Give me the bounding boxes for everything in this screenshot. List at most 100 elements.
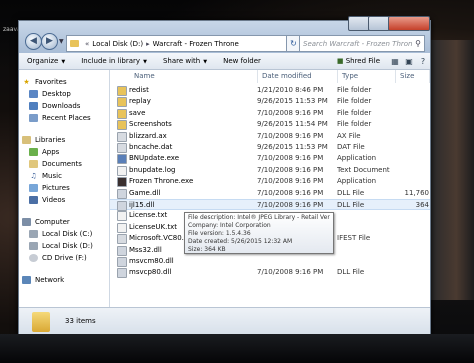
column-header-type[interactable]: Type xyxy=(338,70,396,83)
text-icon xyxy=(117,165,127,176)
table-row[interactable]: msvcp80.dll 7/10/2008 9:16 PM DLL File xyxy=(110,267,430,279)
table-row[interactable]: msvcm80.dll xyxy=(110,256,430,267)
minimize-button[interactable] xyxy=(348,16,370,31)
table-row[interactable]: bncache.dat 9/26/2015 11:53 PM DAT File xyxy=(110,142,430,153)
file-name: BNUpdate.exe xyxy=(129,154,180,163)
sidebar-item-libraries[interactable]: Libraries xyxy=(19,134,109,146)
downloads-icon xyxy=(29,102,38,110)
chevron-down-icon: ▼ xyxy=(143,59,147,65)
file-icon xyxy=(117,131,127,142)
desktop-icon xyxy=(29,90,38,98)
preview-pane-icon[interactable]: ▣ xyxy=(402,57,416,66)
table-row[interactable]: redist 1/21/2010 8:46 PM File folder xyxy=(110,85,430,96)
sidebar-item-desktop[interactable]: Desktop xyxy=(19,88,109,100)
breadcrumb-drive[interactable]: Local Disk (D:) xyxy=(92,40,143,48)
folder-icon xyxy=(117,86,127,96)
file-name: save xyxy=(129,108,146,117)
view-options-icon[interactable]: ▦ xyxy=(388,57,402,66)
taskbar xyxy=(0,334,474,363)
table-row[interactable]: Frozen Throne.exe 7/10/2008 9:16 PM Applic… xyxy=(110,176,430,188)
file-name: replay xyxy=(129,97,151,106)
table-row[interactable]: bnupdate.log 7/10/2008 9:16 PM Text Docume… xyxy=(110,165,430,176)
organize-button[interactable]: Organize ▼ xyxy=(19,57,73,65)
recent-pages-dropdown[interactable]: ▼ xyxy=(59,38,64,45)
sidebar-item-network[interactable]: Network xyxy=(19,274,109,286)
column-header-size[interactable]: Size xyxy=(396,70,430,83)
help-icon[interactable]: ? xyxy=(416,57,430,66)
table-row[interactable]: blizzard.ax 7/10/2008 9:16 PM AX File xyxy=(110,131,430,142)
shred-file-button[interactable]: ■ Shred File xyxy=(329,57,388,65)
back-button[interactable]: ◀ xyxy=(25,33,42,50)
file-type: File folder xyxy=(337,86,372,94)
table-row[interactable]: replay 9/26/2015 11:53 PM File folder xyxy=(110,96,430,108)
file-name: Frozen Throne.exe xyxy=(129,177,194,186)
sidebar-item-downloads[interactable]: Downloads xyxy=(19,100,109,112)
search-input[interactable]: Search Warcraft - Frozen Throne xyxy=(300,40,412,48)
pictures-icon xyxy=(29,184,38,192)
sidebar-label: Documents xyxy=(42,160,82,168)
sidebar-item-apps[interactable]: Apps xyxy=(19,146,109,158)
close-button[interactable] xyxy=(388,16,430,31)
folder-icon xyxy=(70,40,79,47)
table-row[interactable]: Screenshots 9/26/2015 11:54 PM File folder xyxy=(110,119,430,131)
include-in-library-button[interactable]: Include in library ▼ xyxy=(73,57,155,65)
file-name: msvcp80.dll xyxy=(129,268,172,277)
new-folder-button[interactable]: New folder xyxy=(215,57,269,65)
arrow-left-icon: ◀ xyxy=(30,36,37,46)
file-name: Game.dll xyxy=(129,188,161,197)
file-type: Text Document xyxy=(337,165,390,174)
address-bar[interactable]: « Local Disk (D:) ▸ Warcraft - Frozen Th… xyxy=(66,35,294,52)
item-count: 33 items xyxy=(65,317,96,325)
file-type: AX File xyxy=(337,131,361,140)
game-icon xyxy=(117,177,127,188)
sidebar-label: Favorites xyxy=(35,78,67,86)
command-bar: Organize ▼ Include in library ▼ Share with… xyxy=(19,53,430,70)
file-date-modified: 7/10/2008 9:16 PM xyxy=(257,177,324,186)
library-icon xyxy=(22,136,31,144)
share-label: Share with xyxy=(162,57,201,65)
sidebar-item-cd-drive[interactable]: CD Drive (F:) xyxy=(19,252,109,264)
dll-icon xyxy=(117,188,127,199)
refresh-icon: ↻ xyxy=(290,39,297,48)
file-type: DLL File xyxy=(337,201,365,209)
file-date-modified: 7/10/2008 9:16 PM xyxy=(257,268,324,277)
include-label: Include in library xyxy=(81,57,141,65)
computer-icon xyxy=(22,218,31,226)
chevron-icon[interactable]: « xyxy=(85,40,89,48)
file-date-modified: 7/10/2008 9:16 PM xyxy=(257,108,324,117)
search-box[interactable]: Search Warcraft - Frozen Throne ⚲ xyxy=(299,35,425,52)
sidebar-item-music[interactable]: ♫ Music xyxy=(19,170,109,182)
chevron-right-icon[interactable]: ▸ xyxy=(146,40,150,48)
sidebar-item-computer[interactable]: Computer xyxy=(19,216,109,228)
file-type: DAT File xyxy=(337,143,365,151)
column-header-date[interactable]: Date modified xyxy=(258,70,338,83)
sidebar-item-documents[interactable]: Documents xyxy=(19,158,109,170)
file-tooltip: File description: Intel® JPEG Library - … xyxy=(184,212,334,254)
explorer-window: ◀ ▶ ▼ « Local Disk (D:) ▸ Warcraft - Fro… xyxy=(18,16,431,336)
network-icon xyxy=(22,276,31,284)
sidebar-item-pictures[interactable]: Pictures xyxy=(19,182,109,194)
sidebar-item-videos[interactable]: Videos xyxy=(19,194,109,206)
breadcrumb-folder[interactable]: Warcraft - Frozen Throne xyxy=(153,40,239,48)
share-with-button[interactable]: Share with ▼ xyxy=(155,57,215,65)
tooltip-company: Company: Intel Corporation xyxy=(188,222,271,229)
table-row[interactable]: BNUpdate.exe 7/10/2008 9:16 PM Application xyxy=(110,153,430,165)
maximize-button[interactable] xyxy=(368,16,390,31)
sidebar-item-local-disk-c[interactable]: Local Disk (C:) xyxy=(19,228,109,240)
column-header-name[interactable]: Name xyxy=(130,70,258,83)
file-date-modified: 9/26/2015 11:53 PM xyxy=(257,97,328,106)
sidebar-label: Pictures xyxy=(42,184,70,192)
drive-icon xyxy=(29,242,38,250)
table-row[interactable]: Game.dll 7/10/2008 9:16 PM DLL File 11,760 xyxy=(110,188,430,199)
sidebar-item-favorites[interactable]: ★ Favorites xyxy=(19,76,109,88)
table-row[interactable]: save 7/10/2008 9:16 PM File folder xyxy=(110,108,430,119)
file-type: File folder xyxy=(337,108,372,117)
file-name: blizzard.ax xyxy=(129,131,167,140)
file-name: redist xyxy=(129,86,149,94)
forward-button[interactable]: ▶ xyxy=(41,33,58,50)
table-row[interactable]: ijl15.dll 7/10/2008 9:16 PM DLL File 364 xyxy=(110,199,430,211)
chevron-down-icon: ▼ xyxy=(203,59,208,65)
sidebar-item-local-disk-d[interactable]: Local Disk (D:) xyxy=(19,240,109,252)
sidebar-label: Computer xyxy=(35,218,70,226)
sidebar-item-recent-places[interactable]: Recent Places xyxy=(19,112,109,124)
